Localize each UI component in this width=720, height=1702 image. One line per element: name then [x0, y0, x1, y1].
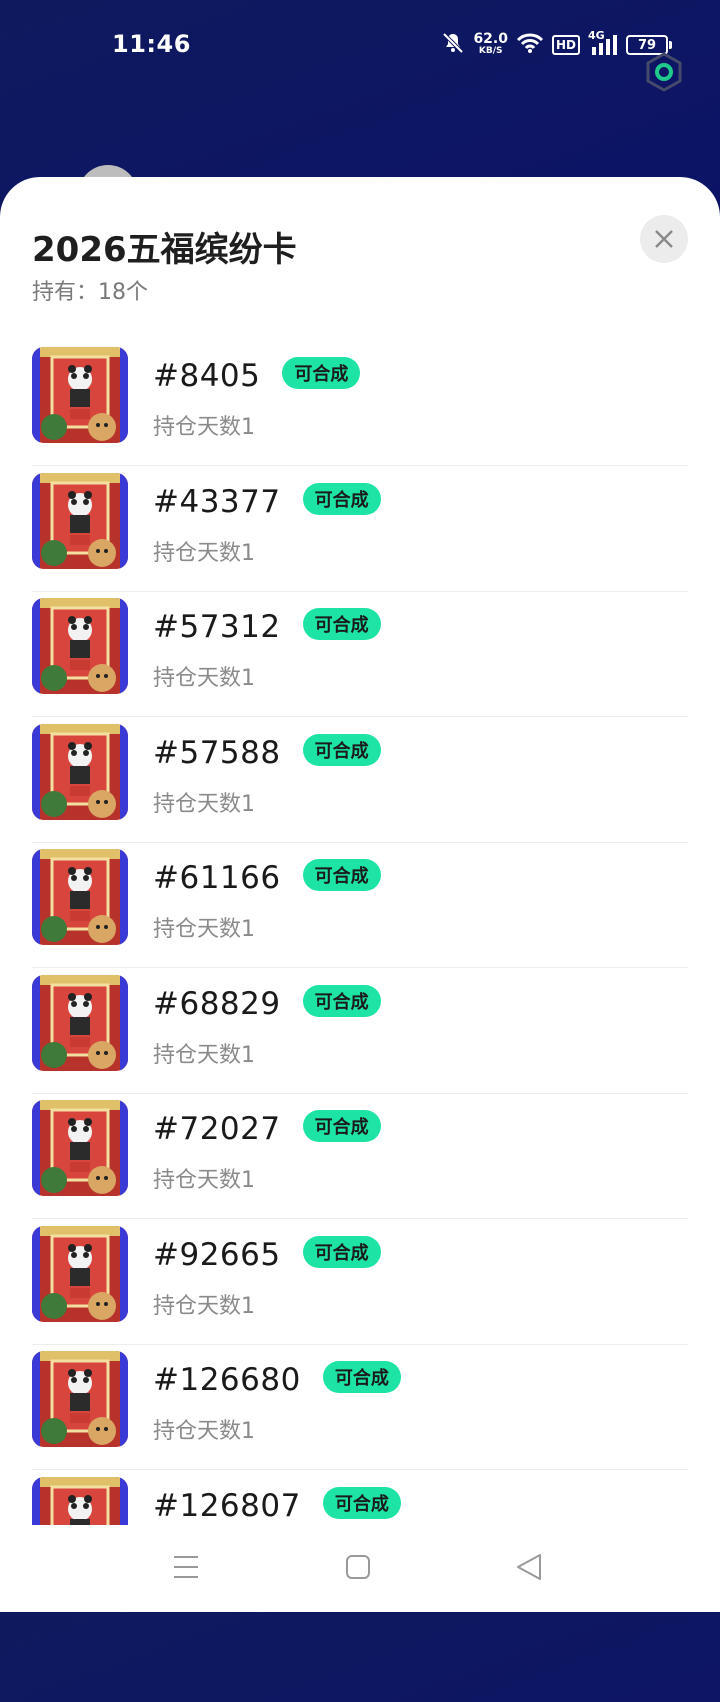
card-id-text: #57312: [153, 609, 281, 645]
bell-off-icon: [441, 31, 465, 59]
holding-days: 持仓天数1: [153, 1419, 255, 1444]
holding-days: 持仓天数1: [153, 666, 255, 691]
net-speed-unit: KB/S: [478, 46, 503, 56]
navigation-bar: [0, 1525, 720, 1612]
battery-level: 79: [637, 37, 657, 53]
holding-days: 持仓天数1: [153, 1042, 255, 1068]
card-id-text: #68829: [153, 985, 281, 1022]
home-icon: [346, 1555, 370, 1579]
list-item[interactable]: #126680 可合成持仓天数1: [32, 1341, 688, 1470]
card-thumbnail: [32, 723, 128, 820]
holding-days: 持仓天数1: [153, 1168, 255, 1193]
sheet-title: 2026五福缤纷卡: [32, 230, 297, 270]
holding-days: 持仓天数1: [153, 917, 255, 942]
card-id: #43377 可合成: [153, 482, 381, 520]
card-thumbnail: [32, 849, 128, 945]
holding-count: 持有：18个: [32, 280, 148, 305]
list-item[interactable]: #68829 可合成持仓天数1: [32, 965, 688, 1094]
card-thumbnail: [32, 347, 128, 443]
card-list[interactable]: #8405 可合成 持仓天数1 #43377 可合成 持仓天数1 #57312 可合成 持仓…: [0, 337, 720, 1702]
synthesizable-badge: 可合成: [302, 859, 381, 891]
list-item[interactable]: #57588 可合成持仓天数1: [32, 714, 688, 843]
back-button[interactable]: [510, 1547, 550, 1587]
card-thumbnail: [32, 598, 128, 694]
list-item[interactable]: #92665 可合成持仓天数1: [32, 1216, 688, 1345]
card-id-text: #8405: [153, 358, 261, 394]
synthesizable-badge: 可合成: [302, 984, 381, 1017]
card-thumbnail: [32, 1225, 128, 1322]
card-thumbnail: [32, 1100, 128, 1196]
net-speed: 62.0 KB/S: [473, 31, 508, 57]
synthesizable-badge: 可合成: [302, 1235, 381, 1268]
card-id: #126807 可合成: [153, 1486, 401, 1524]
card-id: #68829 可合成: [153, 984, 381, 1022]
card-id-text: #61166: [153, 860, 281, 896]
holding-days: 持仓天数1: [153, 1293, 255, 1319]
close-button[interactable]: [640, 215, 688, 263]
card-id: #61166 可合成: [153, 859, 381, 896]
hd-badge: HD: [551, 35, 580, 55]
list-item[interactable]: #57312 可合成持仓天数1: [32, 588, 688, 717]
synthesizable-badge: 可合成: [302, 482, 381, 515]
holding-days: 持仓天数1: [153, 791, 255, 817]
menu-icon: [174, 1556, 198, 1578]
card-id-text: #92665: [153, 1236, 281, 1273]
card-id: #126680 可合成: [153, 1361, 401, 1398]
close-icon: [655, 230, 673, 248]
card-id: #72027 可合成: [153, 1110, 381, 1147]
card-thumbnail: [32, 974, 128, 1071]
synthesizable-badge: 可合成: [282, 357, 361, 389]
card-id-text: #126680: [153, 1362, 301, 1398]
status-icons: 62.0 KB/S HD 4G 79: [441, 29, 672, 60]
synthesizable-badge: 可合成: [322, 1486, 401, 1519]
card-thumbnail: [32, 1351, 128, 1447]
wifi-icon: [516, 32, 544, 58]
card-id-text: #43377: [153, 483, 281, 520]
status-time: 11:46: [112, 30, 191, 58]
signal-icon: 4G: [588, 29, 618, 57]
list-item[interactable]: #61166 可合成持仓天数1: [32, 839, 688, 968]
status-bar: 11:46 62.0 KB/S HD 4G 79: [0, 0, 720, 90]
hexagon-overlay-icon[interactable]: [644, 52, 684, 92]
home-button[interactable]: [338, 1547, 378, 1587]
card-id: #8405 可合成: [153, 357, 361, 394]
list-item[interactable]: #72027 可合成持仓天数1: [32, 1090, 688, 1219]
synthesizable-badge: 可合成: [302, 733, 381, 766]
menu-button[interactable]: [166, 1547, 206, 1587]
card-id-text: #57588: [153, 734, 281, 771]
synthesizable-badge: 可合成: [302, 1110, 381, 1142]
synthesizable-badge: 可合成: [322, 1361, 401, 1393]
holding-days: 持仓天数1: [153, 540, 255, 566]
card-id: #57588 可合成: [153, 733, 381, 771]
card-thumbnail: [32, 472, 128, 569]
synthesizable-badge: 可合成: [302, 608, 381, 640]
back-icon: [517, 1554, 541, 1580]
card-id-text: #126807: [153, 1487, 301, 1524]
card-id-text: #72027: [153, 1111, 281, 1147]
cards-sheet: 2026五福缤纷卡 持有：18个 #8405 可合成 持仓天数1 #43377 可合成…: [0, 177, 720, 1612]
card-id: #57312 可合成: [153, 608, 381, 645]
holding-days: 持仓天数1: [153, 415, 255, 440]
list-item[interactable]: #8405 可合成持仓天数1: [32, 337, 688, 466]
list-item[interactable]: #43377 可合成持仓天数1: [32, 463, 688, 592]
net-speed-value: 62.0: [473, 31, 508, 47]
card-id: #92665 可合成: [153, 1235, 381, 1273]
